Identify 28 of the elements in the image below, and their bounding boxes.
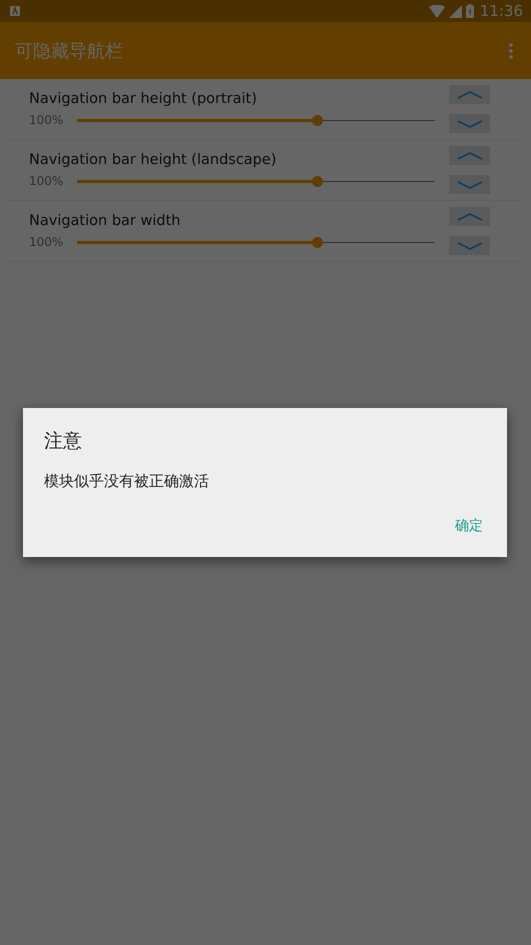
slider-thumb[interactable] — [312, 176, 323, 186]
battery-icon — [466, 4, 474, 18]
clock-time: 11:36 — [480, 2, 523, 20]
decrease-button[interactable] — [449, 175, 490, 194]
chevron-up-icon — [456, 90, 482, 98]
increase-button[interactable] — [449, 85, 490, 104]
signal-icon — [448, 4, 462, 18]
setting-label: Navigation bar height (portrait) — [29, 91, 258, 107]
notification-icon — [10, 6, 20, 16]
chevron-down-icon — [456, 120, 482, 128]
app-title: 可隐藏导航栏 — [15, 40, 124, 62]
setting-label: Navigation bar width — [29, 213, 182, 229]
decrease-button[interactable] — [449, 114, 490, 133]
more-options-icon[interactable] — [509, 42, 513, 58]
setting-label: Navigation bar height (landscape) — [29, 152, 278, 168]
slider-thumb[interactable] — [312, 114, 323, 126]
chevron-down-icon — [456, 242, 482, 250]
slider-thumb[interactable] — [312, 236, 323, 248]
confirm-button[interactable]: 确定 — [455, 517, 483, 535]
dialog-title: 注意 — [44, 429, 83, 454]
decrease-button[interactable] — [449, 236, 490, 255]
chevron-up-icon — [456, 212, 482, 220]
wifi-icon — [428, 4, 445, 18]
increase-button[interactable] — [449, 146, 490, 165]
chevron-down-icon — [456, 180, 482, 188]
chevron-up-icon — [456, 152, 482, 160]
increase-button[interactable] — [449, 207, 490, 226]
dialog-message: 模块似乎没有被正确激活 — [44, 472, 210, 491]
